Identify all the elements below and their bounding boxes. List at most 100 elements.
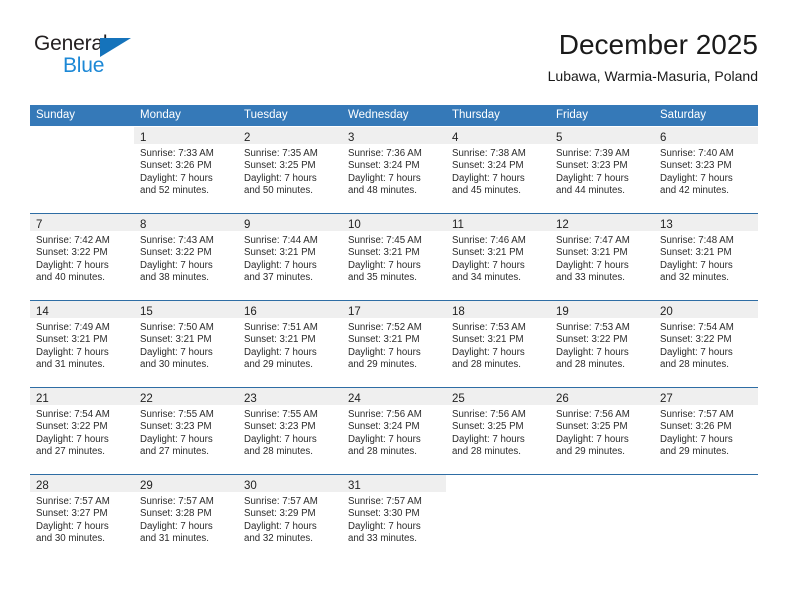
day-cell-inner: 28 Sunrise: 7:57 AM Sunset: 3:27 PM Dayligh… (30, 475, 134, 561)
calendar-day-cell[interactable]: 15 Sunrise: 7:50 AM Sunset: 3:21 PM Dayligh… (134, 300, 238, 388)
day-detail-line: Sunrise: 7:50 AM (140, 322, 214, 333)
day-detail-line: Sunrise: 7:36 AM (348, 148, 422, 159)
day-number-band: 20 (654, 301, 758, 318)
calendar-page: General Blue December 2025 Lubawa, Warmi… (0, 0, 792, 612)
day-cell-inner: 17 Sunrise: 7:52 AM Sunset: 3:21 PM Dayligh… (342, 301, 446, 387)
calendar-day-cell[interactable]: 31 Sunrise: 7:57 AM Sunset: 3:30 PM Dayligh… (342, 474, 446, 561)
day-cell-inner: 8 Sunrise: 7:43 AM Sunset: 3:22 PM Daylight… (134, 214, 238, 300)
calendar-day-cell[interactable]: 12 Sunrise: 7:47 AM Sunset: 3:21 PM Dayligh… (550, 213, 654, 301)
day-detail-line: and 50 minutes. (244, 184, 313, 196)
day-cell-inner: 25 Sunrise: 7:56 AM Sunset: 3:25 PM Dayligh… (446, 388, 550, 474)
day-cell-inner (550, 475, 654, 561)
day-number: 24 (348, 393, 361, 405)
day-detail-line: Sunset: 3:21 PM (244, 247, 316, 259)
day-cell-inner: 4 Sunrise: 7:38 AM Sunset: 3:24 PM Daylight… (446, 127, 550, 213)
day-number-band (30, 127, 134, 144)
day-detail-line: Sunset: 3:22 PM (140, 247, 212, 259)
day-detail-line: and 28 minutes. (244, 445, 313, 457)
day-number-band: 16 (238, 301, 342, 318)
calendar-day-cell[interactable]: 14 Sunrise: 7:49 AM Sunset: 3:21 PM Dayligh… (30, 300, 134, 388)
day-detail-line: Daylight: 7 hours (556, 433, 629, 445)
calendar-day-cell[interactable]: 23 Sunrise: 7:55 AM Sunset: 3:23 PM Dayligh… (238, 387, 342, 475)
calendar-day-cell[interactable]: 5 Sunrise: 7:39 AM Sunset: 3:23 PM Daylight… (550, 126, 654, 214)
day-detail-line: Daylight: 7 hours (660, 433, 733, 445)
day-detail-line: Daylight: 7 hours (348, 346, 421, 358)
calendar-day-cell[interactable]: 19 Sunrise: 7:53 AM Sunset: 3:22 PM Dayligh… (550, 300, 654, 388)
day-detail-line: Daylight: 7 hours (660, 172, 733, 184)
calendar-day-cell[interactable]: 10 Sunrise: 7:45 AM Sunset: 3:21 PM Dayligh… (342, 213, 446, 301)
day-number-band: 3 (342, 127, 446, 144)
day-detail-line: Daylight: 7 hours (244, 520, 317, 532)
general-blue-logo[interactable]: General Blue (34, 32, 234, 84)
day-detail-line: and 29 minutes. (348, 358, 417, 370)
calendar-day-cell[interactable]: 27 Sunrise: 7:57 AM Sunset: 3:26 PM Dayligh… (654, 387, 758, 475)
day-detail-line: Sunset: 3:21 PM (36, 334, 108, 346)
calendar-day-cell[interactable]: 28 Sunrise: 7:57 AM Sunset: 3:27 PM Dayligh… (30, 474, 134, 561)
calendar-day-cell[interactable]: 16 Sunrise: 7:51 AM Sunset: 3:21 PM Dayligh… (238, 300, 342, 388)
day-number: 28 (36, 480, 49, 492)
day-detail-line: Daylight: 7 hours (140, 259, 213, 271)
calendar-day-cell[interactable]: 17 Sunrise: 7:52 AM Sunset: 3:21 PM Dayligh… (342, 300, 446, 388)
day-cell-inner: 19 Sunrise: 7:53 AM Sunset: 3:22 PM Dayligh… (550, 301, 654, 387)
day-detail-line: Sunrise: 7:49 AM (36, 322, 110, 333)
calendar-day-cell[interactable]: 21 Sunrise: 7:54 AM Sunset: 3:22 PM Dayligh… (30, 387, 134, 475)
logo-text-blue: Blue (63, 54, 105, 77)
day-detail-line: Daylight: 7 hours (36, 346, 109, 358)
calendar-day-cell[interactable]: 18 Sunrise: 7:53 AM Sunset: 3:21 PM Dayligh… (446, 300, 550, 388)
calendar-empty-cell (654, 474, 758, 561)
day-detail-line: Daylight: 7 hours (660, 346, 733, 358)
day-detail-line: and 38 minutes. (140, 271, 209, 283)
day-detail-line: and 31 minutes. (140, 532, 209, 544)
calendar-day-cell[interactable]: 8 Sunrise: 7:43 AM Sunset: 3:22 PM Daylight… (134, 213, 238, 301)
calendar-day-cell[interactable]: 29 Sunrise: 7:57 AM Sunset: 3:28 PM Dayligh… (134, 474, 238, 561)
calendar-day-cell[interactable]: 24 Sunrise: 7:56 AM Sunset: 3:24 PM Dayligh… (342, 387, 446, 475)
day-detail-line: Daylight: 7 hours (244, 259, 317, 271)
calendar-day-cell[interactable]: 20 Sunrise: 7:54 AM Sunset: 3:22 PM Dayligh… (654, 300, 758, 388)
day-detail-line: Sunset: 3:22 PM (36, 421, 108, 433)
day-details: Sunrise: 7:57 AM Sunset: 3:30 PM Daylight:… (342, 492, 446, 545)
day-number: 30 (244, 480, 257, 492)
day-details: Sunrise: 7:56 AM Sunset: 3:24 PM Daylight:… (342, 405, 446, 458)
calendar-day-cell[interactable]: 11 Sunrise: 7:46 AM Sunset: 3:21 PM Dayligh… (446, 213, 550, 301)
day-detail-line: Sunrise: 7:35 AM (244, 148, 318, 159)
weekday-header-monday: Monday (134, 105, 238, 127)
day-detail-line: Daylight: 7 hours (244, 346, 317, 358)
day-detail-line: Sunset: 3:28 PM (140, 508, 212, 520)
calendar-day-cell[interactable]: 1 Sunrise: 7:33 AM Sunset: 3:26 PM Daylight… (134, 126, 238, 214)
day-detail-line: Sunset: 3:30 PM (348, 508, 420, 520)
calendar-day-cell[interactable]: 13 Sunrise: 7:48 AM Sunset: 3:21 PM Dayligh… (654, 213, 758, 301)
day-details: Sunrise: 7:57 AM Sunset: 3:26 PM Daylight:… (654, 405, 758, 458)
day-detail-line: Daylight: 7 hours (452, 172, 525, 184)
calendar-day-cell[interactable]: 2 Sunrise: 7:35 AM Sunset: 3:25 PM Daylight… (238, 126, 342, 214)
day-cell-inner: 24 Sunrise: 7:56 AM Sunset: 3:24 PM Dayligh… (342, 388, 446, 474)
day-detail-line: Sunrise: 7:57 AM (244, 496, 318, 507)
calendar-day-cell[interactable]: 7 Sunrise: 7:42 AM Sunset: 3:22 PM Daylight… (30, 213, 134, 301)
calendar-day-cell[interactable]: 30 Sunrise: 7:57 AM Sunset: 3:29 PM Dayligh… (238, 474, 342, 561)
day-number: 13 (660, 219, 673, 231)
day-detail-line: Sunset: 3:21 PM (348, 247, 420, 259)
day-detail-line: Daylight: 7 hours (348, 520, 421, 532)
calendar-day-cell[interactable]: 4 Sunrise: 7:38 AM Sunset: 3:24 PM Daylight… (446, 126, 550, 214)
weekday-header-thursday: Thursday (446, 105, 550, 127)
day-number-band: 12 (550, 214, 654, 231)
calendar-day-cell[interactable]: 9 Sunrise: 7:44 AM Sunset: 3:21 PM Daylight… (238, 213, 342, 301)
day-number-band: 9 (238, 214, 342, 231)
day-detail-line: Sunset: 3:27 PM (36, 508, 108, 520)
calendar-day-cell[interactable]: 3 Sunrise: 7:36 AM Sunset: 3:24 PM Daylight… (342, 126, 446, 214)
calendar-day-cell[interactable]: 26 Sunrise: 7:56 AM Sunset: 3:25 PM Dayligh… (550, 387, 654, 475)
day-cell-inner: 2 Sunrise: 7:35 AM Sunset: 3:25 PM Daylight… (238, 127, 342, 213)
day-detail-line: Daylight: 7 hours (556, 346, 629, 358)
day-details: Sunrise: 7:53 AM Sunset: 3:22 PM Daylight:… (550, 318, 654, 371)
day-number: 20 (660, 306, 673, 318)
day-detail-line: and 27 minutes. (36, 445, 105, 457)
title-block: December 2025 Lubawa, Warmia-Masuria, Po… (548, 28, 758, 86)
day-detail-line: and 40 minutes. (36, 271, 105, 283)
day-cell-inner: 11 Sunrise: 7:46 AM Sunset: 3:21 PM Dayligh… (446, 214, 550, 300)
day-number: 26 (556, 393, 569, 405)
day-detail-line: Sunset: 3:22 PM (556, 334, 628, 346)
day-detail-line: Sunrise: 7:57 AM (348, 496, 422, 507)
calendar-day-cell[interactable]: 22 Sunrise: 7:55 AM Sunset: 3:23 PM Dayligh… (134, 387, 238, 475)
calendar-day-cell[interactable]: 6 Sunrise: 7:40 AM Sunset: 3:23 PM Daylight… (654, 126, 758, 214)
day-detail-line: Sunset: 3:21 PM (452, 247, 524, 259)
calendar-day-cell[interactable]: 25 Sunrise: 7:56 AM Sunset: 3:25 PM Dayligh… (446, 387, 550, 475)
